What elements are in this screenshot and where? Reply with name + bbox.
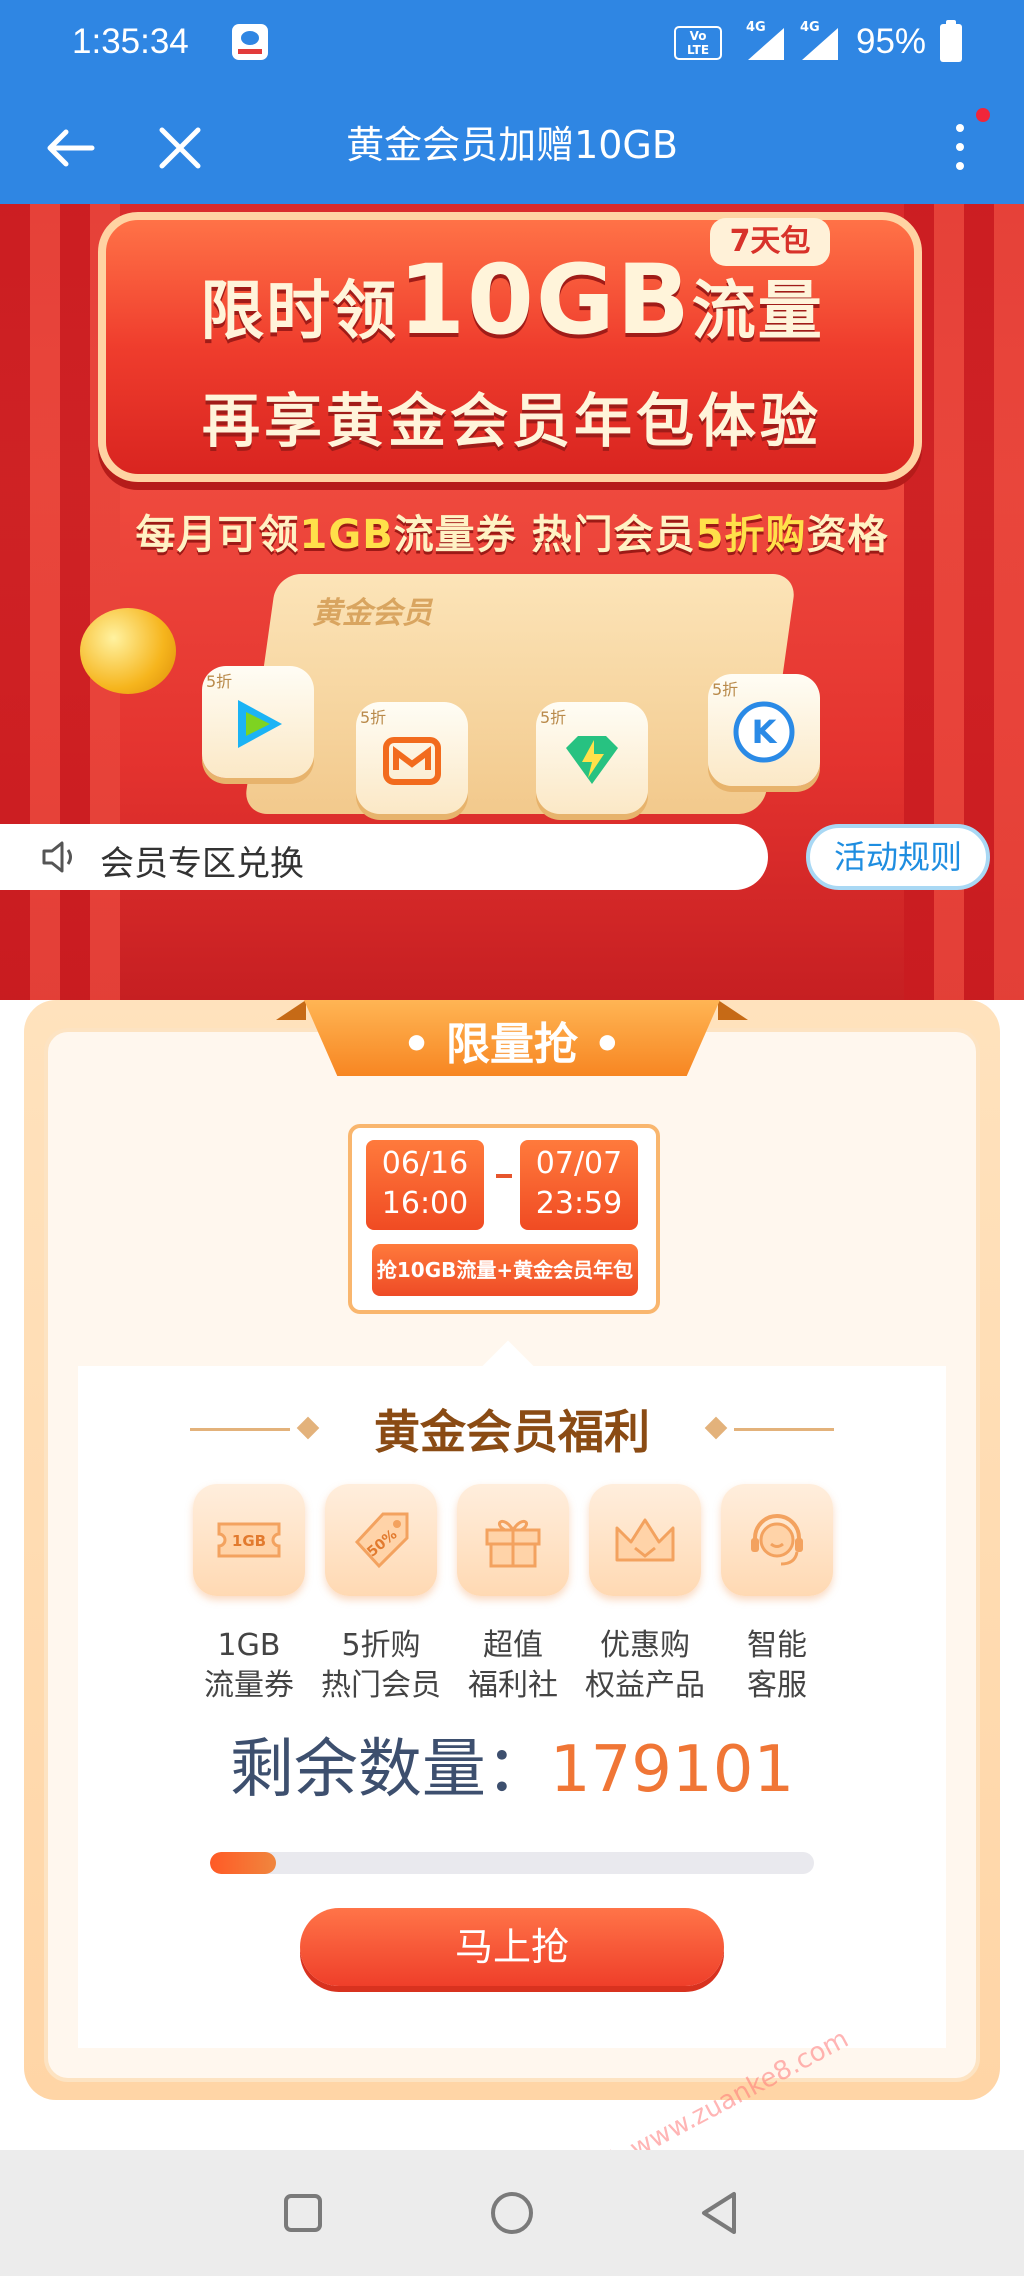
- remaining-quantity: 剩余数量：179101: [0, 1718, 1024, 1810]
- notice-bar[interactable]: 会员专区兑换: [0, 824, 768, 890]
- remaining-value: 179101: [549, 1733, 795, 1807]
- status-time: 1:35:34: [72, 22, 189, 61]
- discount-tag-icon: 50%: [354, 1512, 409, 1569]
- home-circle-icon[interactable]: [485, 2186, 539, 2240]
- date-separator: [496, 1174, 512, 1178]
- ticket-icon: 1GB: [217, 1522, 281, 1558]
- svg-text:1GB: 1GB: [232, 1532, 266, 1550]
- grab-offer-tag[interactable]: 抢10GB流量+黄金会员年包: [372, 1244, 638, 1296]
- headline-secondary: 再享黄金会员年包体验: [201, 387, 822, 455]
- signal-strength-icon: [798, 26, 842, 62]
- notice-text: 会员专区兑换: [100, 844, 304, 884]
- battery-icon: [940, 20, 962, 62]
- speaker-icon: [40, 838, 80, 876]
- activity-rules-button[interactable]: 活动规则: [806, 824, 990, 890]
- start-datetime: 06/16 16:00: [366, 1140, 484, 1230]
- volte-icon: Vo LTE: [674, 26, 722, 60]
- status-bar: 1:35:34 Vo LTE 4G 4G 95%: [0, 0, 1024, 88]
- date-range-box: 06/16 16:00 07/07 23:59 抢10GB流量+黄金会员年包: [348, 1124, 660, 1314]
- benefit-item-welfare-club[interactable]: 超值 福利社: [454, 1484, 572, 1706]
- stock-progress-bar: [210, 1852, 814, 1874]
- kugou-icon: K: [733, 701, 795, 763]
- app-tile-thunder[interactable]: 5折: [536, 702, 648, 814]
- grab-now-button[interactable]: 马上抢: [300, 1908, 724, 1986]
- end-datetime: 07/07 23:59: [520, 1140, 638, 1230]
- title-bar: 黄金会员加赠10GB: [0, 88, 1024, 204]
- headset-icon: [751, 1514, 803, 1566]
- page-title: 黄金会员加赠10GB: [346, 123, 678, 167]
- mango-tv-icon: [383, 737, 441, 785]
- app-tile-mango-tv[interactable]: 5折: [356, 702, 468, 814]
- benefit-item-traffic-coupon[interactable]: 1GB 1GB 流量券: [190, 1484, 308, 1706]
- headline: 限时领10GB流量: [200, 244, 824, 356]
- tencent-video-icon: [238, 700, 282, 748]
- coin-icon: [80, 608, 176, 694]
- back-triangle-icon[interactable]: [694, 2186, 748, 2240]
- more-menu-icon[interactable]: [940, 112, 980, 182]
- promo-banner: 7天包 限时领10GB流量 再享黄金会员年包体验 每月可领1GB流量券 热门会员…: [0, 204, 1024, 1000]
- thunder-accelerator-icon: [566, 736, 618, 784]
- app-tile-tencent-video[interactable]: 5折: [202, 666, 314, 778]
- recents-square-icon[interactable]: [276, 2186, 330, 2240]
- banner-subline: 每月可领1GB流量券 热门会员5折购资格: [135, 512, 889, 558]
- signal-strength-icon: [744, 26, 788, 62]
- stock-progress-fill: [210, 1852, 277, 1874]
- pedestal-label: 黄金会员: [312, 596, 432, 631]
- benefit-item-rights-products[interactable]: 优惠购 权益产品: [585, 1484, 705, 1706]
- benefit-item-half-price[interactable]: 50% 5折购 热门会员: [321, 1484, 441, 1706]
- benefit-item-smart-service[interactable]: 智能 客服: [718, 1484, 836, 1706]
- battery-percent: 95%: [856, 22, 927, 61]
- crown-icon: [615, 1518, 675, 1562]
- system-nav-bar: [0, 2150, 1024, 2276]
- benefits-title: 黄金会员福利: [374, 1405, 650, 1459]
- limited-ribbon-label: • 限量抢 •: [402, 1019, 622, 1070]
- svg-text:K: K: [752, 713, 778, 751]
- china-mobile-icon: [232, 24, 268, 60]
- remaining-label: 剩余数量：: [229, 1733, 550, 1807]
- gift-icon: [485, 1519, 541, 1568]
- main-section: • 限量抢 • 06/16 16:00 07/07 23:59 抢10GB流量+黄金…: [0, 1000, 1024, 2238]
- app-tile-kugou[interactable]: 5折 K: [708, 674, 820, 786]
- notification-dot: [976, 108, 990, 122]
